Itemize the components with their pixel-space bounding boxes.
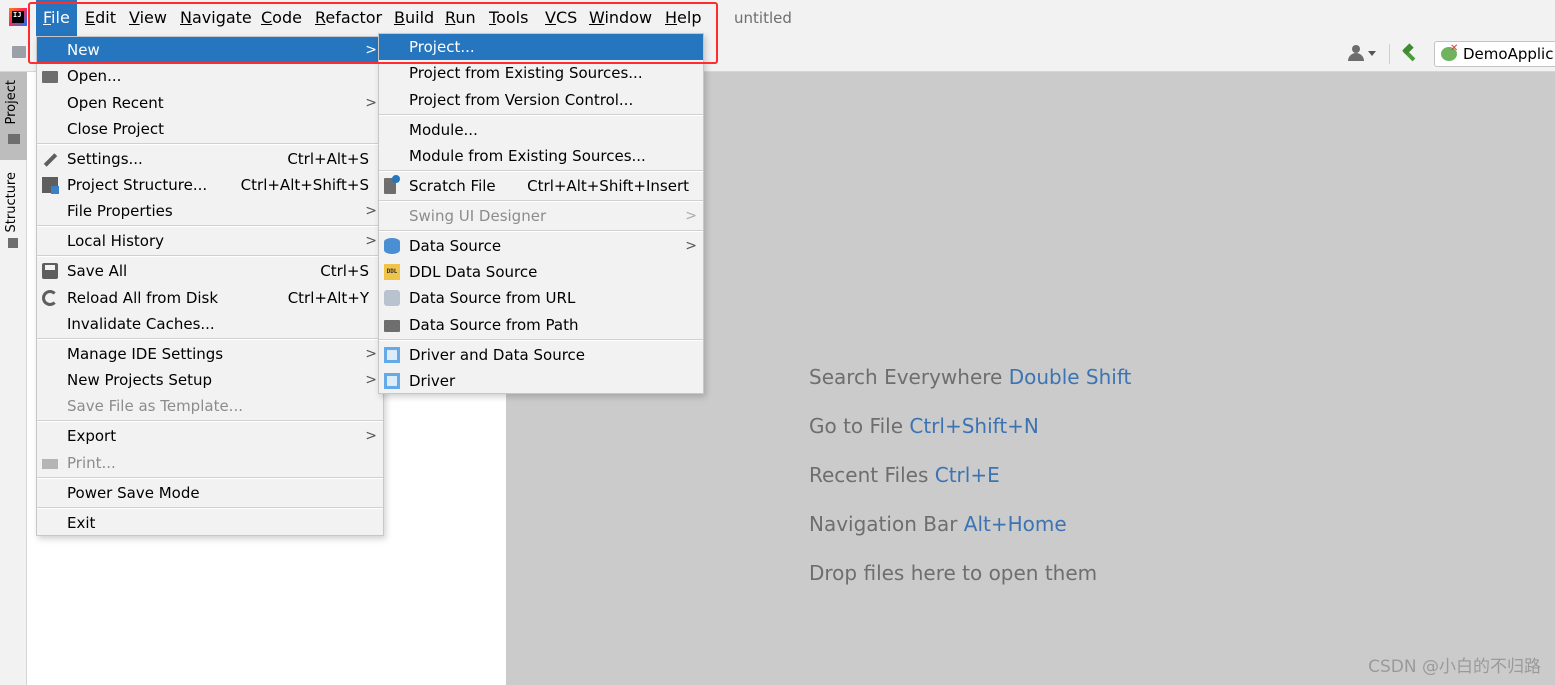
menu-separator [37,143,383,145]
menu-item-save-all[interactable]: Save All Ctrl+S [37,258,383,284]
spring-boot-icon [1441,43,1458,61]
hint-drop-files: Drop files here to open them [809,561,1098,585]
run-configuration-selector[interactable]: DemoApplic [1434,41,1555,67]
run-configuration-label: DemoApplic [1463,45,1554,63]
project-folder-icon [8,134,20,144]
menu-separator [37,420,383,422]
menu-separator [379,230,703,232]
wrench-icon [42,151,58,167]
menu-build[interactable]: Build [387,0,441,36]
save-icon [42,263,58,279]
structure-icon [8,238,18,248]
menu-item-module[interactable]: Module... [379,117,703,143]
watermark: CSDN @小白的不归路 [1368,657,1541,677]
folder-icon[interactable] [12,46,26,58]
file-menu: New > Open... Open Recent > Close Project … [36,36,384,536]
driver-icon [384,373,400,389]
menu-item-swing-ui-designer: Swing UI Designer > [409,207,697,225]
menu-item-driver[interactable]: Driver [379,368,703,394]
intellij-logo-icon: IJ [9,8,27,26]
printer-icon [42,459,58,469]
menu-separator [37,225,383,227]
menu-item-project-from-existing-sources[interactable]: Project from Existing Sources... [379,60,703,86]
menu-item-new[interactable]: New > [37,37,383,63]
hint-recent-files: Recent Files Ctrl+E [809,463,1000,487]
menu-item-close-project[interactable]: Close Project [37,116,383,142]
menu-item-save-file-as-template: Save File as Template... [67,397,243,415]
menu-item-new-project[interactable]: Project... [379,34,703,60]
reload-icon [42,290,58,306]
menu-item-module-from-existing-sources[interactable]: Module from Existing Sources... [379,143,703,169]
user-icon[interactable] [1348,45,1378,63]
new-submenu: Project... Project from Existing Sources… [378,33,704,394]
menu-view[interactable]: View [122,0,174,36]
main-menu-bar: IJ File Edit View Navigate Code Refactor… [0,0,1555,36]
menu-item-scratch-file[interactable]: Scratch File Ctrl+Alt+Shift+Insert [379,173,703,199]
structure-tab-label: Structure [4,172,19,233]
menu-separator [37,477,383,479]
left-tool-strip: Project Structure [0,72,27,685]
hint-navigation-bar: Navigation Bar Alt+Home [809,512,1067,536]
tab-structure[interactable]: Structure [0,168,27,254]
window-title: untitled [734,9,792,27]
url-plug-icon [384,290,400,306]
menu-item-data-source-from-path[interactable]: Data Source from Path [379,312,703,338]
menu-navigate[interactable]: Navigate [173,0,259,36]
menu-item-ddl-data-source[interactable]: DDL DDL Data Source [379,259,703,285]
project-tab-label: Project [4,80,19,125]
menu-item-new-projects-setup[interactable]: New Projects Setup > [37,367,383,393]
scratch-file-icon [384,175,400,194]
menu-item-print: Print... [37,450,383,476]
tab-project[interactable]: Project [0,72,27,160]
menu-run[interactable]: Run [438,0,483,36]
menu-help[interactable]: Help [658,0,708,36]
database-icon [384,238,400,254]
menu-separator [37,507,383,509]
menu-separator [37,255,383,257]
menu-code[interactable]: Code [254,0,309,36]
menu-window[interactable]: Window [582,0,659,36]
menu-item-local-history[interactable]: Local History > [37,228,383,254]
menu-item-manage-ide-settings[interactable]: Manage IDE Settings > [37,341,383,367]
menu-item-exit[interactable]: Exit [37,510,383,536]
hint-search-everywhere: Search Everywhere Double Shift [809,365,1132,389]
build-hammer-icon[interactable] [1400,44,1420,64]
menu-item-project-structure[interactable]: Project Structure... Ctrl+Alt+Shift+S [37,172,383,198]
menu-item-data-source[interactable]: Data Source > [379,233,703,259]
menu-item-power-save-mode[interactable]: Power Save Mode [37,480,383,506]
menu-separator [379,200,703,202]
menu-separator [379,114,703,116]
ddl-icon: DDL [384,264,400,280]
hint-go-to-file: Go to File Ctrl+Shift+N [809,414,1039,438]
menu-item-file-properties[interactable]: File Properties > [37,198,383,224]
project-structure-icon [42,177,59,194]
menu-file[interactable]: File [36,0,77,36]
driver-icon [384,347,400,363]
logo-text: IJ [13,11,22,19]
open-folder-icon [42,71,58,83]
menu-separator [379,339,703,341]
menu-item-project-from-vcs[interactable]: Project from Version Control... [379,87,703,113]
menu-separator [379,170,703,172]
menu-edit[interactable]: Edit [78,0,123,36]
menu-item-data-source-from-url[interactable]: Data Source from URL [379,285,703,311]
menu-item-reload-all[interactable]: Reload All from Disk Ctrl+Alt+Y [37,285,383,311]
menu-item-settings[interactable]: Settings... Ctrl+Alt+S [37,146,383,172]
menu-item-driver-and-data-source[interactable]: Driver and Data Source [379,342,703,368]
menu-separator [37,338,383,340]
menu-item-invalidate-caches[interactable]: Invalidate Caches... [37,311,383,337]
folder-icon [384,320,400,332]
menu-vcs[interactable]: VCS [538,0,584,36]
menu-item-export[interactable]: Export > [37,423,383,449]
toolbar-separator [1389,44,1390,64]
menu-refactor[interactable]: Refactor [308,0,389,36]
menu-item-open-recent[interactable]: Open Recent > [37,90,383,116]
menu-tools[interactable]: Tools [482,0,535,36]
menu-item-open[interactable]: Open... [37,63,383,89]
